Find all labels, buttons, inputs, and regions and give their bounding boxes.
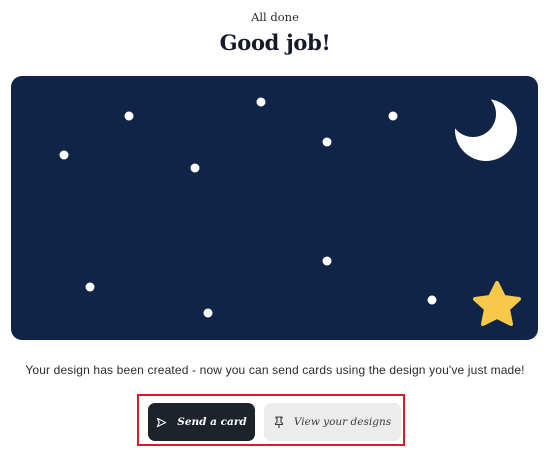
sky-dot [190, 163, 200, 173]
send-card-label: Send a card [177, 416, 247, 428]
sky-dot [59, 150, 69, 160]
sky-dot [85, 282, 95, 292]
moon-icon [455, 99, 517, 161]
eyebrow-text: All done [251, 10, 299, 24]
star-icon [473, 281, 521, 326]
view-designs-button[interactable]: View your designs [264, 403, 401, 441]
action-highlight-box: Send a card View your designs [137, 394, 405, 446]
page: All done Good job! Your design has been … [0, 0, 550, 457]
sky-dot [322, 256, 332, 266]
pin-icon [274, 415, 284, 429]
night-sky-illustration [59, 97, 521, 326]
confirmation-message: Your design has been created - now you c… [25, 363, 525, 377]
sky-dot [124, 111, 134, 121]
sky-dots [59, 97, 437, 318]
sky-dot [256, 97, 266, 107]
page-title: Good job! [219, 30, 331, 55]
send-icon [156, 417, 167, 428]
sky-dot [203, 308, 213, 318]
sky-dot [427, 295, 437, 305]
card-preview [11, 76, 538, 340]
sky-dot [322, 137, 332, 147]
send-card-button[interactable]: Send a card [148, 403, 255, 441]
view-designs-label: View your designs [293, 416, 392, 428]
sky-dot [388, 111, 398, 121]
